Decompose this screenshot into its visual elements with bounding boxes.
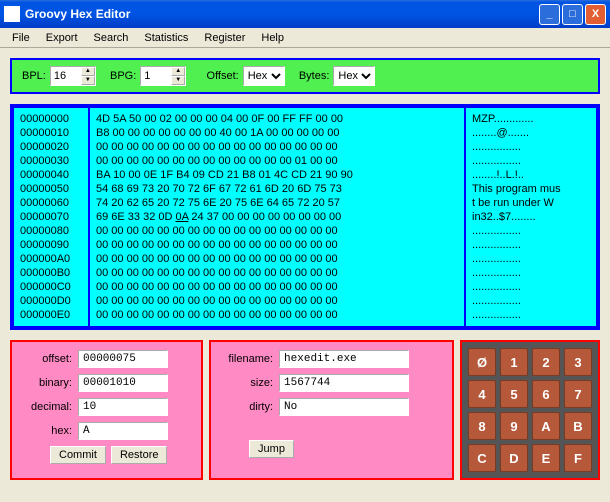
hex-view: 00000000 00000010 00000020 00000030 0000… — [10, 104, 600, 330]
bpl-input[interactable] — [51, 67, 81, 85]
title-bar: Groovy Hex Editor _ □ X — [0, 0, 610, 28]
keypad-0[interactable]: Ø — [468, 348, 496, 376]
keypad-F[interactable]: F — [564, 444, 592, 472]
keypad-E[interactable]: E — [532, 444, 560, 472]
restore-button[interactable]: Restore — [111, 446, 168, 464]
minimize-button[interactable]: _ — [539, 4, 560, 25]
close-button[interactable]: X — [585, 4, 606, 25]
binary-input[interactable] — [78, 374, 168, 392]
keypad-8[interactable]: 8 — [468, 412, 496, 440]
keypad-C[interactable]: C — [468, 444, 496, 472]
keypad-5[interactable]: 5 — [500, 380, 528, 408]
window-title: Groovy Hex Editor — [25, 7, 537, 21]
decimal-label: decimal: — [20, 401, 72, 413]
dirty-input[interactable] — [279, 398, 409, 416]
bytes-column[interactable]: 4D 5A 50 00 02 00 00 00 04 00 0F 00 FF F… — [90, 108, 464, 326]
keypad-A[interactable]: A — [532, 412, 560, 440]
bpg-spinner[interactable]: ▲▼ — [140, 66, 186, 86]
menu-bar: File Export Search Statistics Register H… — [0, 28, 610, 48]
keypad-2[interactable]: 2 — [532, 348, 560, 376]
dirty-label: dirty: — [219, 401, 273, 413]
menu-export[interactable]: Export — [38, 30, 86, 46]
spin-down-icon[interactable]: ▼ — [171, 76, 185, 85]
maximize-button[interactable]: □ — [562, 4, 583, 25]
offset-select[interactable]: Hex — [243, 66, 285, 86]
keypad-B[interactable]: B — [564, 412, 592, 440]
info-panel: offset: binary: decimal: hex: Commit Res… — [10, 340, 203, 480]
spin-up-icon[interactable]: ▲ — [171, 67, 185, 76]
keypad-3[interactable]: 3 — [564, 348, 592, 376]
keypad-6[interactable]: 6 — [532, 380, 560, 408]
size-label: size: — [219, 377, 273, 389]
file-panel: filename: size: dirty: Jump — [209, 340, 454, 480]
size-input[interactable] — [279, 374, 409, 392]
filename-label: filename: — [219, 353, 273, 365]
offset-format-label: Offset: — [207, 70, 239, 82]
spin-down-icon[interactable]: ▼ — [81, 76, 95, 85]
keypad-9[interactable]: 9 — [500, 412, 528, 440]
filename-input[interactable] — [279, 350, 409, 368]
bytes-select[interactable]: Hex — [333, 66, 375, 86]
decimal-input[interactable] — [78, 398, 168, 416]
menu-help[interactable]: Help — [253, 30, 292, 46]
commit-button[interactable]: Commit — [50, 446, 106, 464]
menu-statistics[interactable]: Statistics — [136, 30, 196, 46]
app-icon — [4, 6, 20, 22]
jump-button[interactable]: Jump — [249, 440, 294, 458]
bpl-spinner[interactable]: ▲▼ — [50, 66, 96, 86]
keypad-7[interactable]: 7 — [564, 380, 592, 408]
toolbar: BPL: ▲▼ BPG: ▲▼ Offset: Hex Bytes: Hex — [10, 58, 600, 94]
offset-input[interactable] — [78, 350, 168, 368]
menu-register[interactable]: Register — [196, 30, 253, 46]
keypad: Ø123 4567 89AB CDEF — [460, 340, 600, 480]
bytes-format-label: Bytes: — [299, 70, 330, 82]
offset-label: offset: — [20, 353, 72, 365]
menu-search[interactable]: Search — [86, 30, 137, 46]
offset-column: 00000000 00000010 00000020 00000030 0000… — [14, 108, 88, 326]
binary-label: binary: — [20, 377, 72, 389]
keypad-4[interactable]: 4 — [468, 380, 496, 408]
spin-up-icon[interactable]: ▲ — [81, 67, 95, 76]
bpg-label: BPG: — [110, 70, 136, 82]
menu-file[interactable]: File — [4, 30, 38, 46]
hex-label: hex: — [20, 425, 72, 437]
bpl-label: BPL: — [22, 70, 46, 82]
ascii-column: MZP............. ........@....... ......… — [466, 108, 596, 326]
bpg-input[interactable] — [141, 67, 171, 85]
hex-input[interactable] — [78, 422, 168, 440]
keypad-D[interactable]: D — [500, 444, 528, 472]
keypad-1[interactable]: 1 — [500, 348, 528, 376]
